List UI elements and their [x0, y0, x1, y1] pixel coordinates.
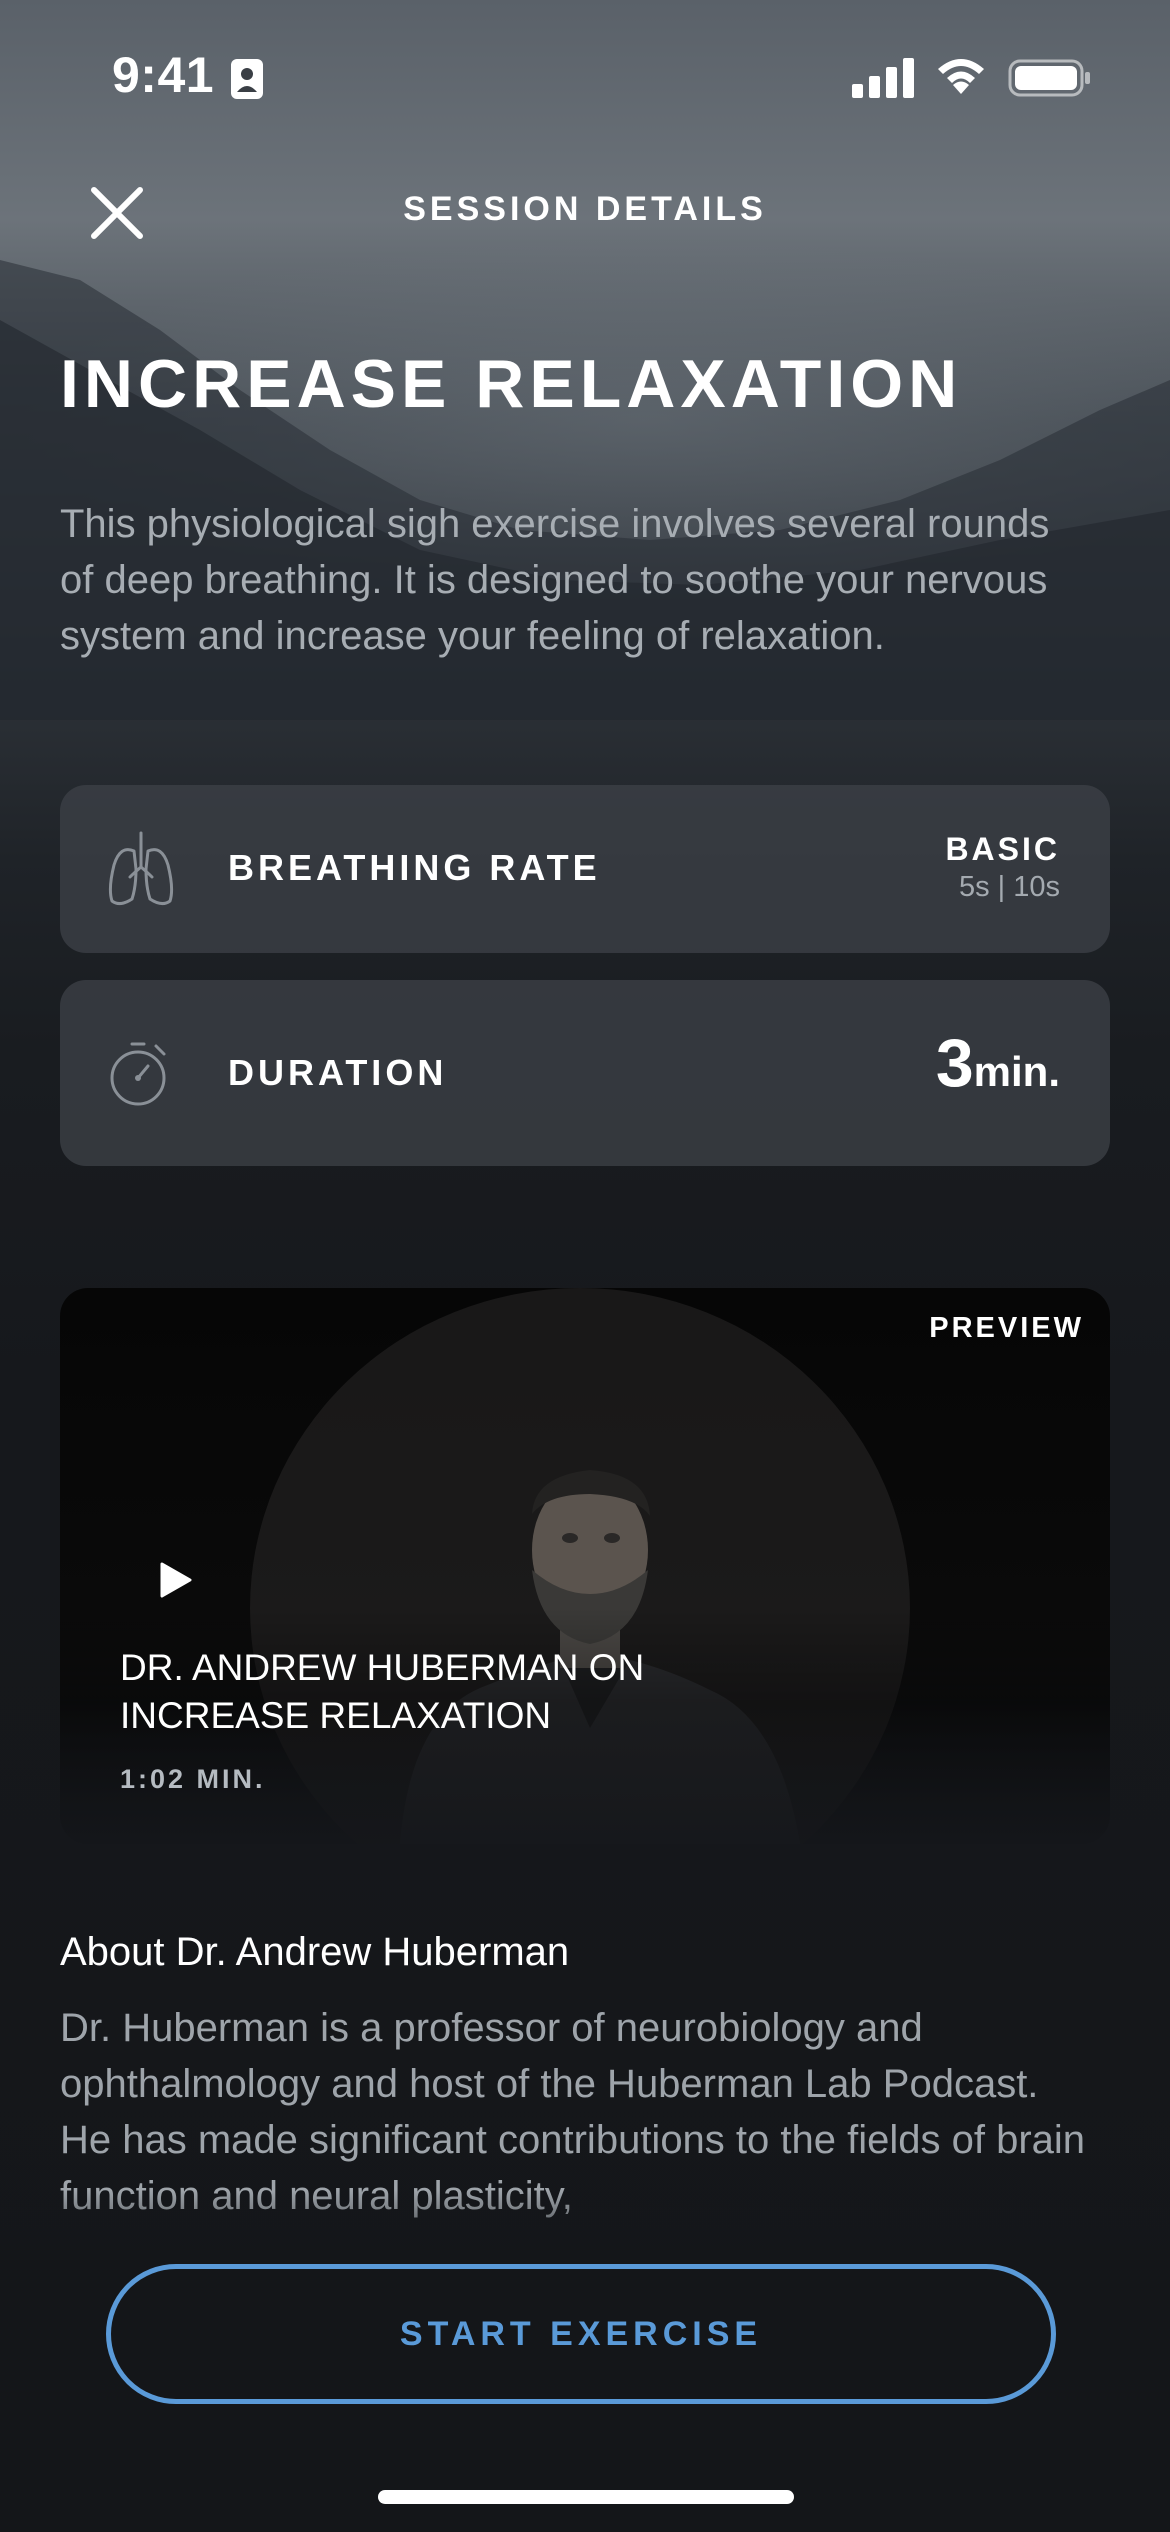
stopwatch-icon: [110, 1042, 166, 1106]
home-indicator: [378, 2490, 794, 2504]
duration-value: 3min.: [936, 1024, 1060, 1102]
breathing-rate-value: BASIC: [945, 831, 1060, 867]
duration-label: DURATION: [228, 1052, 448, 1093]
header-title: SESSION DETAILS: [403, 190, 767, 228]
contact-card-icon: [231, 59, 263, 99]
cellular-signal-icon: [852, 58, 914, 98]
breathing-rate-timing: 5s | 10s: [958, 871, 1060, 903]
session-title: INCREASE RELAXATION: [60, 346, 963, 422]
video-title: DR. ANDREW HUBERMAN ON INCREASE RELAXATI…: [120, 1647, 645, 1736]
session-description: This physiological sigh exercise involve…: [60, 502, 1050, 658]
breathing-rate-label: BREATHING RATE: [228, 847, 601, 888]
status-time: 9:41: [112, 47, 215, 103]
video-length: 1:02 MIN.: [120, 1764, 266, 1794]
breathing-rate-card[interactable]: BREATHING RATE BASIC 5s | 10s: [60, 785, 1110, 953]
play-icon[interactable]: [154, 1560, 194, 1600]
status-bar: 9:41: [0, 0, 1170, 150]
lungs-icon: [108, 831, 174, 906]
duration-number: 3: [935, 1025, 974, 1101]
battery-icon: [1008, 59, 1090, 97]
wifi-icon: [938, 59, 984, 94]
about-heading: About Dr. Andrew Huberman: [60, 1930, 570, 1974]
preview-badge: PREVIEW: [929, 1312, 1084, 1344]
duration-unit: min.: [973, 1048, 1060, 1095]
duration-card[interactable]: DURATION 3min.: [60, 980, 1110, 1166]
start-exercise-button[interactable]: START EXERCISE: [106, 2264, 1056, 2404]
video-preview-card[interactable]: PREVIEW DR. ANDREW HUBERMAN ON INCREASE …: [60, 1288, 1110, 1844]
